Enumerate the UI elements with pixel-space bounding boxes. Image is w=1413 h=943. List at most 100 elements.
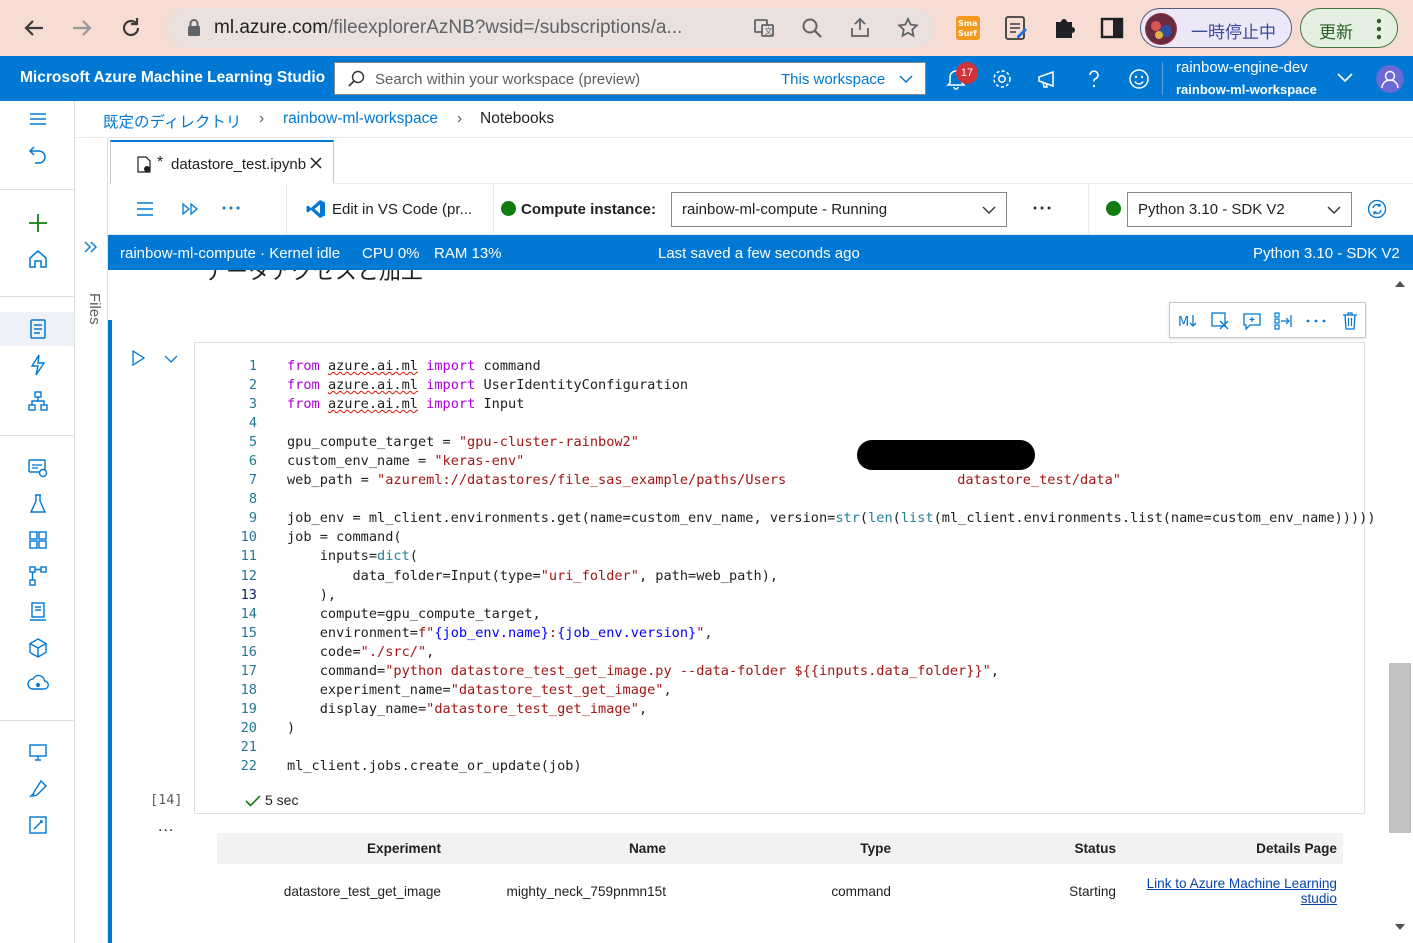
close-icon[interactable] bbox=[309, 156, 323, 170]
workspace-search-input[interactable]: Search within your workspace (preview) T… bbox=[334, 62, 926, 95]
components-icon[interactable] bbox=[26, 528, 50, 552]
smiley-feedback-icon[interactable] bbox=[1128, 68, 1150, 90]
code-token: azure.ai.ml bbox=[327, 396, 418, 413]
run-cell-button[interactable] bbox=[130, 350, 146, 366]
notebooks-icon[interactable] bbox=[26, 317, 50, 341]
refresh-kernel-icon[interactable] bbox=[1367, 199, 1387, 219]
linked-services-icon[interactable] bbox=[26, 777, 50, 801]
scroll-up-arrow-icon[interactable] bbox=[1393, 278, 1407, 288]
translate-icon[interactable]: 文 bbox=[752, 16, 776, 40]
url-text[interactable]: ml.azure.com/fileexplorerAzNB?wsid=/subs… bbox=[214, 17, 734, 39]
compute-icon[interactable] bbox=[26, 741, 50, 765]
markdown-heading: データアクセスと加工 bbox=[204, 270, 423, 285]
job-type-cell: command bbox=[831, 883, 891, 899]
data-icon[interactable] bbox=[26, 456, 50, 480]
code-token: gpu_compute_target = bbox=[287, 434, 459, 451]
extensions-puzzle-icon[interactable] bbox=[1051, 14, 1077, 42]
help-icon[interactable] bbox=[1083, 68, 1105, 90]
column-header: Name bbox=[447, 833, 672, 864]
zoom-icon[interactable] bbox=[800, 16, 824, 40]
undo-back-icon[interactable] bbox=[26, 142, 50, 166]
feedback-megaphone-icon[interactable] bbox=[1036, 68, 1058, 90]
smartsurf-extension-icon[interactable]: Sma Surf bbox=[955, 14, 981, 42]
more-options-icon[interactable] bbox=[222, 206, 240, 210]
edit-in-vscode-button[interactable]: Edit in VS Code (pr... bbox=[332, 201, 472, 218]
create-new-plus-icon[interactable] bbox=[26, 211, 50, 235]
code-token: ( bbox=[859, 510, 869, 527]
account-name[interactable]: rainbow-engine-dev bbox=[1176, 59, 1308, 76]
run-all-icon[interactable] bbox=[181, 202, 199, 216]
comment-icon[interactable] bbox=[1242, 311, 1262, 331]
home-icon[interactable] bbox=[26, 247, 50, 271]
note-extension-icon[interactable] bbox=[1003, 14, 1029, 42]
user-avatar[interactable] bbox=[1376, 65, 1404, 93]
back-arrow-icon[interactable] bbox=[20, 14, 48, 42]
code-cell-editor[interactable]: 1 from azure.ai.ml import command 2 from a… bbox=[194, 342, 1376, 814]
files-side-rail: Files bbox=[75, 138, 108, 943]
side-panel-icon[interactable] bbox=[1099, 14, 1125, 42]
split-cell-icon[interactable] bbox=[1274, 311, 1294, 331]
scrollbar-thumb[interactable] bbox=[1389, 663, 1411, 833]
environments-icon[interactable] bbox=[26, 600, 50, 624]
code-token: azure.ai.ml bbox=[327, 358, 418, 374]
chevron-down-icon[interactable] bbox=[899, 74, 913, 84]
delete-trash-icon[interactable] bbox=[1340, 311, 1360, 331]
gear-icon[interactable] bbox=[991, 68, 1013, 90]
workspace-name[interactable]: rainbow-ml-workspace bbox=[1176, 82, 1317, 97]
kernel-dropdown[interactable]: Python 3.10 - SDK V2 bbox=[1127, 192, 1352, 227]
bookmark-star-icon[interactable] bbox=[896, 16, 920, 40]
compute-instance-dropdown[interactable]: rainbow-ml-compute - Running bbox=[671, 192, 1007, 227]
code-token: ( bbox=[892, 510, 901, 527]
models-cube-icon[interactable] bbox=[26, 636, 50, 660]
markdown-toggle-icon[interactable]: M bbox=[1178, 311, 1198, 331]
vertical-scrollbar[interactable] bbox=[1388, 270, 1413, 943]
files-panel-toggle[interactable]: Files bbox=[86, 293, 103, 325]
designer-icon[interactable] bbox=[26, 389, 50, 413]
nav-divider bbox=[0, 435, 74, 436]
update-button[interactable]: 更新 bbox=[1300, 8, 1398, 48]
clear-output-icon[interactable] bbox=[1210, 311, 1230, 331]
chevron-down-icon[interactable] bbox=[1337, 72, 1353, 83]
profile-button[interactable]: 一時停止中 bbox=[1140, 8, 1292, 48]
address-bar[interactable]: ml.azure.com/fileexplorerAzNB?wsid=/subs… bbox=[166, 8, 934, 48]
data-labeling-icon[interactable] bbox=[26, 813, 50, 837]
table-of-contents-icon[interactable] bbox=[136, 200, 154, 218]
automl-icon[interactable] bbox=[26, 353, 50, 377]
expand-double-chevron-icon[interactable] bbox=[83, 240, 99, 254]
jobs-flask-icon[interactable] bbox=[26, 492, 50, 516]
details-page-link[interactable]: Link to Azure Machine Learning studio bbox=[1147, 876, 1337, 906]
vscode-icon[interactable] bbox=[306, 199, 326, 219]
chevron-down-icon bbox=[1327, 203, 1341, 217]
code-token: azure.ai.ml bbox=[327, 377, 418, 394]
more-options-icon[interactable] bbox=[1033, 206, 1051, 210]
hamburger-menu-icon[interactable] bbox=[26, 107, 50, 131]
share-icon[interactable] bbox=[848, 16, 872, 40]
chevron-right-icon: › bbox=[259, 110, 265, 127]
studio-brand[interactable]: Microsoft Azure Machine Learning Studio bbox=[20, 69, 325, 87]
pipelines-icon[interactable] bbox=[26, 564, 50, 588]
notebook-file-icon bbox=[137, 156, 151, 173]
kebab-menu-icon[interactable] bbox=[1375, 18, 1383, 40]
code-token: ml_client.jobs.create_or_update(job) bbox=[287, 757, 582, 774]
reload-icon[interactable] bbox=[117, 14, 145, 42]
code-token: , bbox=[990, 662, 1000, 679]
endpoints-icon[interactable] bbox=[26, 672, 50, 696]
svg-text:M: M bbox=[1178, 315, 1189, 330]
more-options-icon[interactable] bbox=[1306, 319, 1326, 339]
kernel-value: Python 3.10 - SDK V2 bbox=[1138, 201, 1285, 218]
collapse-cell-chevron-icon[interactable] bbox=[164, 352, 178, 366]
lock-icon[interactable] bbox=[182, 16, 206, 40]
breadcrumb-workspace[interactable]: rainbow-ml-workspace bbox=[283, 110, 438, 128]
search-scope-dropdown[interactable]: This workspace bbox=[781, 71, 885, 88]
code-token: list bbox=[900, 510, 934, 527]
output-more-button[interactable]: ... bbox=[158, 818, 174, 836]
breadcrumb-directory[interactable]: 既定のディレクトリ bbox=[103, 110, 241, 132]
forward-arrow-icon[interactable] bbox=[68, 14, 96, 42]
code-token: web_path = bbox=[287, 472, 378, 489]
url-host: ml.azure.com bbox=[214, 17, 329, 38]
compute-instance-label: Compute instance: bbox=[521, 201, 657, 218]
nav-divider bbox=[0, 720, 74, 721]
scroll-down-arrow-icon[interactable] bbox=[1393, 923, 1407, 933]
tab-datastore-test[interactable]: * datastore_test.ipynb bbox=[110, 140, 334, 184]
code-token: , bbox=[426, 643, 435, 660]
